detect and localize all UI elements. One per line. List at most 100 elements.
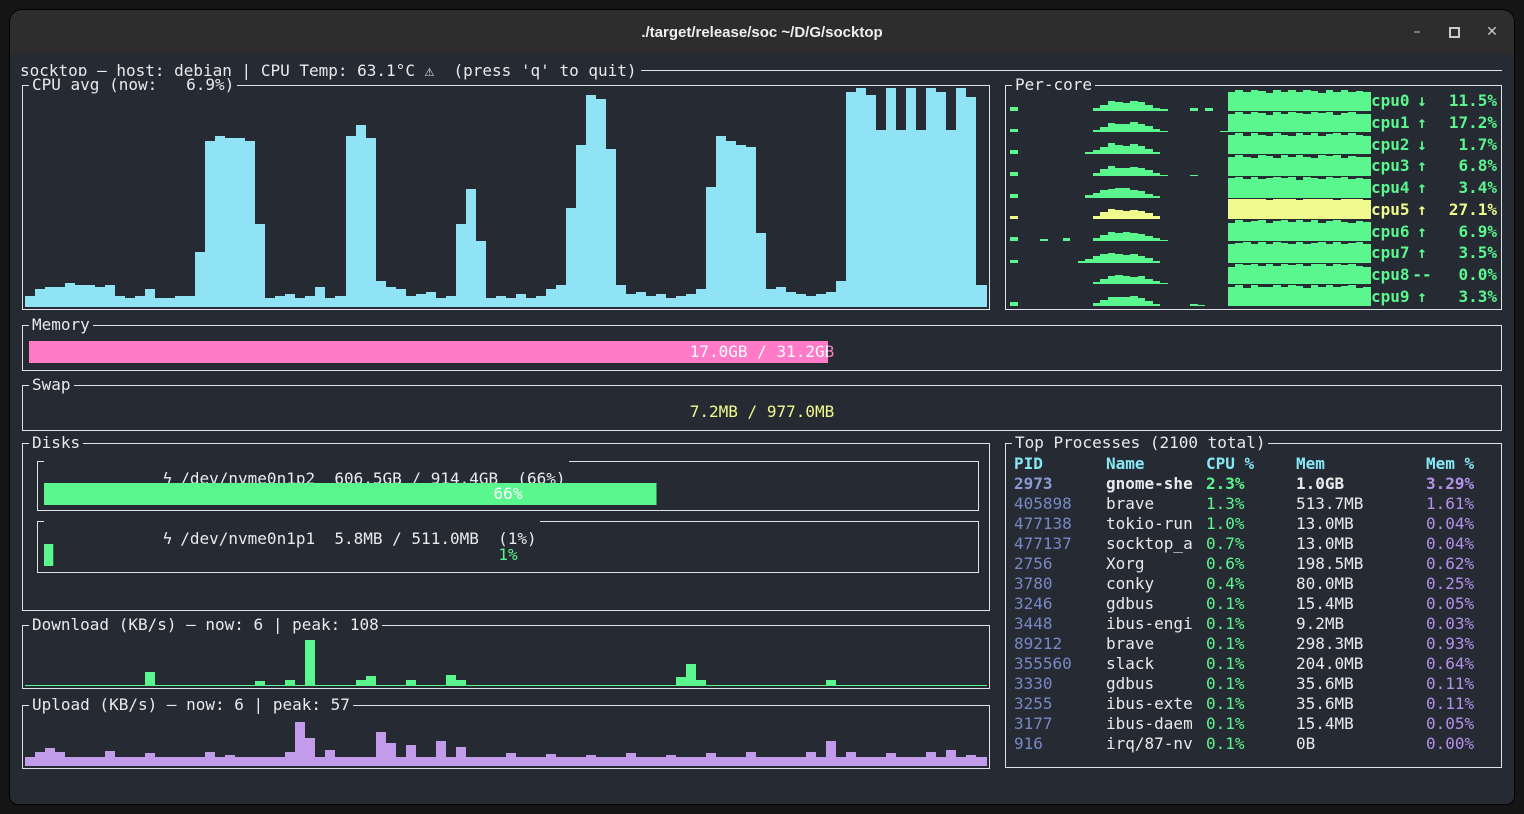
- sparkline-bar: [1115, 254, 1123, 262]
- processes-title: Top Processes (2100 total): [1012, 434, 1268, 452]
- chart-bar: [686, 757, 696, 766]
- chart-bar: [305, 296, 315, 307]
- sparkline-bar: [1288, 112, 1296, 133]
- sparkline-bar: [1348, 156, 1356, 176]
- chart-bar: [315, 685, 325, 686]
- close-button[interactable]: ✕: [1484, 25, 1500, 39]
- chart-bar: [866, 95, 876, 307]
- sparkline-bar: [1333, 92, 1341, 111]
- chart-bar: [456, 747, 466, 766]
- chart-bar: [145, 753, 155, 766]
- chart-bar: [456, 224, 466, 307]
- disk-item: ϟ/dev/nvme0n1p2 606.5GB / 914.4GB (66%) …: [37, 461, 979, 511]
- chart-bar: [576, 145, 586, 307]
- chart-bar: [926, 88, 936, 307]
- chart-bar: [496, 685, 506, 686]
- maximize-button[interactable]: [1449, 27, 1460, 38]
- sparkline-bar: [1333, 287, 1341, 306]
- core-row-cpu6: cpu6↑ 6.9%: [1010, 220, 1497, 242]
- process-row[interactable]: 916irq/87-nv0.1%0B0.00%: [1014, 734, 1497, 754]
- process-row[interactable]: 405898brave1.3%513.7MB1.61%: [1014, 494, 1497, 514]
- process-row[interactable]: 2973gnome-she2.3%1.0GB3.29%: [1014, 474, 1497, 494]
- chart-bar: [105, 751, 115, 766]
- chart-bar: [215, 136, 225, 307]
- process-row[interactable]: 3255ibus-exte0.1%35.6MB0.11%: [1014, 694, 1497, 714]
- chart-bar: [506, 753, 516, 766]
- process-row[interactable]: 355560slack0.1%204.0MB0.64%: [1014, 654, 1497, 674]
- process-table: PID Name CPU % Mem Mem % 2973gnome-she2.…: [1014, 454, 1497, 754]
- chart-bar: [65, 283, 75, 307]
- chart-bar: [396, 757, 406, 766]
- process-row[interactable]: 89212brave0.1%298.3MB0.93%: [1014, 634, 1497, 654]
- sparkline-bar: [1160, 283, 1168, 284]
- minimize-button[interactable]: –: [1409, 25, 1425, 39]
- process-name: brave: [1106, 634, 1206, 654]
- chart-bar: [596, 99, 606, 307]
- process-pid: 405898: [1014, 494, 1106, 514]
- process-pid: 355560: [1014, 654, 1106, 674]
- sparkline-bar: [1093, 303, 1101, 306]
- process-row[interactable]: 3448ibus-engi0.1%9.2MB0.03%: [1014, 614, 1497, 634]
- chart-bar: [105, 685, 115, 686]
- chart-bar: [406, 296, 416, 307]
- process-row[interactable]: 3246gdbus0.1%15.4MB0.05%: [1014, 594, 1497, 614]
- core-sparkline: [1010, 220, 1371, 242]
- sparkline-bar: [1115, 297, 1123, 307]
- chart-bar: [125, 298, 135, 307]
- sparkline-bar: [1228, 92, 1236, 111]
- chart-bar: [115, 296, 125, 307]
- sparkline-bar: [1296, 155, 1304, 176]
- column-header-cpu: CPU %: [1206, 454, 1296, 474]
- sparkline-bar: [1085, 152, 1093, 154]
- chart-bar: [746, 685, 756, 686]
- sparkline-bar: [1108, 166, 1116, 176]
- chart-bar: [185, 685, 195, 686]
- sparkline-bar: [1228, 178, 1236, 197]
- chart-bar: [766, 289, 776, 307]
- sparkline-bar: [1093, 256, 1101, 262]
- process-mem-percent: 0.62%: [1426, 554, 1497, 574]
- chart-bar: [966, 755, 976, 766]
- chart-bar: [315, 287, 325, 307]
- chart-bar: [75, 757, 85, 766]
- sparkline-bar: [1363, 267, 1371, 285]
- process-mem-percent: 0.64%: [1426, 654, 1497, 674]
- sparkline-bar: [1356, 178, 1364, 197]
- core-label: cpu2↓ 1.7%: [1371, 133, 1497, 155]
- sparkline-bar: [1243, 114, 1251, 133]
- chart-bar: [325, 750, 335, 766]
- process-mem-percent: 0.04%: [1426, 514, 1497, 534]
- chart-bar: [295, 722, 305, 766]
- chart-bar: [886, 753, 896, 766]
- chart-bar: [736, 145, 746, 307]
- window-titlebar[interactable]: ./target/release/soc ~/D/G/socktop – ✕: [10, 10, 1514, 54]
- sparkline-bar: [1235, 155, 1243, 176]
- process-row[interactable]: 2756Xorg0.6%198.5MB0.62%: [1014, 554, 1497, 574]
- sparkline-bar: [1303, 199, 1311, 220]
- core-row-cpu9: cpu9↑ 3.3%: [1010, 285, 1497, 307]
- process-row[interactable]: 477138tokio-run1.0%13.0MB0.04%: [1014, 514, 1497, 534]
- chart-bar: [946, 685, 956, 686]
- sparkline-bar: [1251, 199, 1259, 220]
- window-title: ./target/release/soc ~/D/G/socktop: [641, 24, 882, 41]
- chart-bar: [566, 208, 576, 307]
- sparkline-bar: [1010, 260, 1018, 263]
- process-row[interactable]: 3780conky0.4%80.0MB0.25%: [1014, 574, 1497, 594]
- process-row[interactable]: 3330gdbus0.1%35.6MB0.11%: [1014, 674, 1497, 694]
- chart-bar: [866, 757, 876, 766]
- chart-bar: [436, 741, 446, 766]
- process-row[interactable]: 3177ibus-daem0.1%15.4MB0.05%: [1014, 714, 1497, 734]
- chart-bar: [796, 685, 806, 686]
- sparkline-bar: [1138, 298, 1146, 306]
- sparkline-bar: [1281, 155, 1289, 176]
- chart-bar: [916, 130, 926, 307]
- sparkline-bar: [1100, 147, 1108, 154]
- sparkline-bar: [1243, 288, 1251, 306]
- sparkline-bar: [1356, 199, 1364, 219]
- chart-bar: [826, 292, 836, 307]
- process-row[interactable]: 477137socktop_a0.7%13.0MB0.04%: [1014, 534, 1497, 554]
- chart-bar: [716, 136, 726, 307]
- sparkline-bar: [1251, 244, 1259, 262]
- chart-bar: [976, 685, 986, 686]
- chart-bar: [796, 294, 806, 307]
